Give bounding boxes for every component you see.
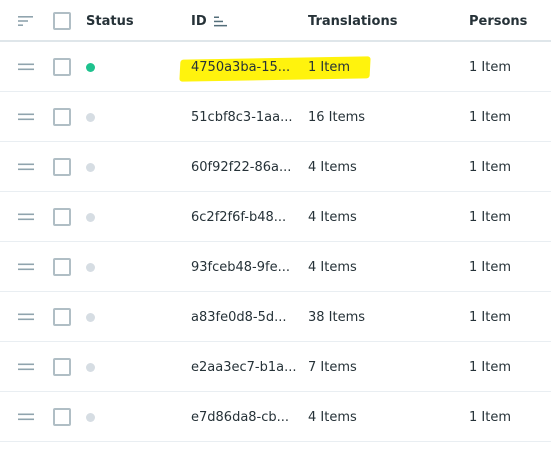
id-header[interactable]: ID — [191, 0, 228, 42]
status-dot — [86, 62, 95, 72]
table-header: Status ID Translations Persons — [0, 0, 551, 42]
row-checkbox[interactable] — [53, 242, 71, 292]
row-id: 6c2f2f6f-b48... — [191, 209, 287, 225]
status-dot — [86, 162, 95, 172]
row-persons: 1 Item — [469, 359, 511, 375]
row-persons: 1 Item — [469, 159, 511, 175]
drag-handle-icon[interactable] — [18, 192, 36, 242]
status-header[interactable]: Status — [86, 0, 134, 42]
row-id: 51cbf8c3-1aa... — [191, 109, 293, 125]
drag-handle-icon[interactable] — [18, 342, 36, 392]
id-header-label: ID — [191, 13, 207, 29]
row-checkbox[interactable] — [53, 192, 71, 242]
select-all-checkbox[interactable] — [53, 0, 71, 42]
row-translations: 16 Items — [308, 109, 366, 125]
row-persons: 1 Item — [469, 309, 511, 325]
drag-handle-icon[interactable] — [18, 142, 36, 192]
translations-header[interactable]: Translations — [308, 0, 397, 42]
row-id: 4750a3ba-15... — [191, 59, 291, 75]
row-id: a83fe0d8-5d... — [191, 309, 287, 325]
row-translations: 4 Items — [308, 259, 357, 275]
status-dot — [86, 112, 95, 122]
row-checkbox[interactable] — [53, 42, 71, 92]
row-id: 60f92f22-86a... — [191, 159, 292, 175]
status-dot — [86, 262, 95, 272]
drag-handle-icon[interactable] — [18, 392, 36, 442]
table-row[interactable]: e2aa3ec7-b1a... 7 Items 1 Item — [0, 342, 551, 392]
sort-ascending-icon[interactable] — [213, 16, 228, 27]
status-indicator — [86, 242, 95, 292]
row-translations: 4 Items — [308, 209, 357, 225]
table-row[interactable]: a83fe0d8-5d... 38 Items 1 Item — [0, 292, 551, 342]
row-translations: 4 Items — [308, 159, 357, 175]
status-indicator — [86, 42, 95, 92]
status-dot — [86, 362, 95, 372]
row-persons: 1 Item — [469, 109, 511, 125]
table-row[interactable]: 6c2f2f6f-b48... 4 Items 1 Item — [0, 192, 551, 242]
table-row[interactable]: 60f92f22-86a... 4 Items 1 Item — [0, 142, 551, 192]
status-indicator — [86, 142, 95, 192]
row-persons: 1 Item — [469, 409, 511, 425]
persons-header[interactable]: Persons — [469, 0, 527, 42]
row-translations: 1 Item — [308, 59, 350, 75]
row-translations: 4 Items — [308, 409, 357, 425]
table-row[interactable]: 93fceb48-9fe... 4 Items 1 Item — [0, 242, 551, 292]
drag-handle-icon[interactable] — [18, 292, 36, 342]
row-translations: 38 Items — [308, 309, 366, 325]
status-indicator — [86, 292, 95, 342]
table-row[interactable]: 4750a3ba-15... 1 Item 1 Item — [0, 42, 551, 92]
row-checkbox[interactable] — [53, 142, 71, 192]
row-checkbox[interactable] — [53, 392, 71, 442]
drag-handle-icon[interactable] — [18, 42, 36, 92]
status-indicator — [86, 192, 95, 242]
status-dot — [86, 312, 95, 322]
status-indicator — [86, 342, 95, 392]
drag-handle-icon[interactable] — [18, 242, 36, 292]
row-translations: 7 Items — [308, 359, 357, 375]
row-checkbox[interactable] — [53, 342, 71, 392]
row-checkbox[interactable] — [53, 292, 71, 342]
items-table: Status ID Translations Persons 4750a3ba-… — [0, 0, 551, 442]
row-persons: 1 Item — [469, 259, 511, 275]
row-persons: 1 Item — [469, 59, 511, 75]
status-dot — [86, 412, 95, 422]
row-id: 93fceb48-9fe... — [191, 259, 290, 275]
drag-handle-icon[interactable] — [18, 92, 36, 142]
row-id: e2aa3ec7-b1a... — [191, 359, 297, 375]
status-dot — [86, 212, 95, 222]
row-checkbox[interactable] — [53, 92, 71, 142]
status-indicator — [86, 92, 95, 142]
row-id: e7d86da8-cb... — [191, 409, 290, 425]
row-persons: 1 Item — [469, 209, 511, 225]
sort-list-icon[interactable] — [18, 0, 36, 42]
table-row[interactable]: 51cbf8c3-1aa... 16 Items 1 Item — [0, 92, 551, 142]
table-row[interactable]: e7d86da8-cb... 4 Items 1 Item — [0, 392, 551, 442]
status-indicator — [86, 392, 95, 442]
